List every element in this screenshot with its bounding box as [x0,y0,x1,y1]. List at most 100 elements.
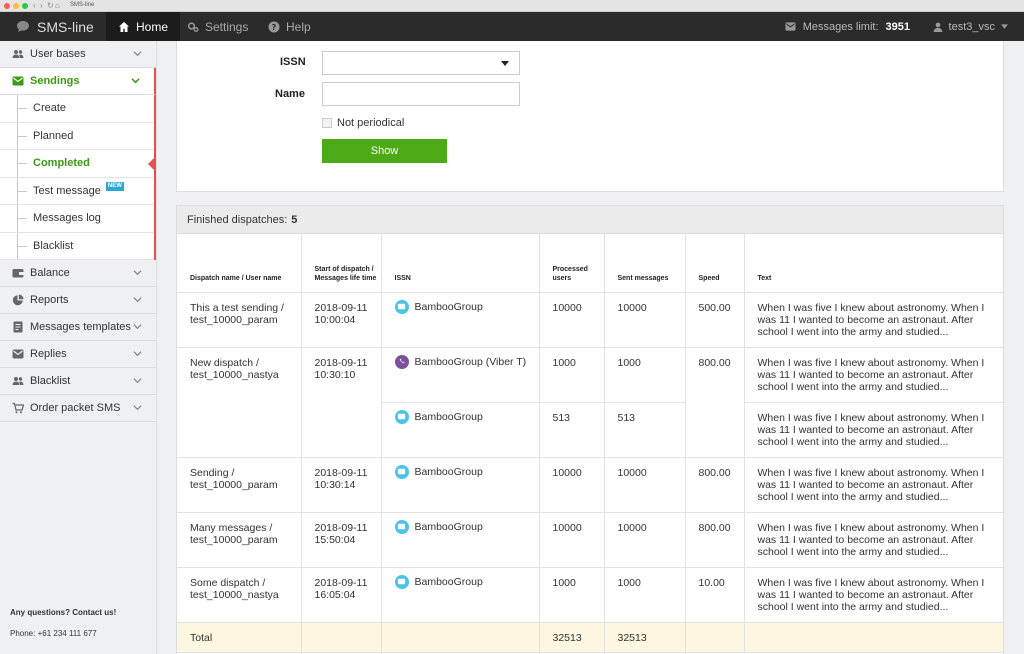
dispatch-start: 2018-09-11 10:00:04 [301,292,382,348]
issn-name: BambooGroup [414,465,483,478]
issn-cell: BambooGroup [381,402,540,458]
not-periodical-checkbox[interactable]: Not periodical [322,117,404,129]
viber-channel-icon [394,354,409,369]
message-text: When I was five I knew about astronomy. … [744,292,1003,348]
contact-phone: Phone: +61 234 111 677 [10,629,97,638]
submenu-create[interactable]: Create [0,95,154,123]
sidebar-item-label: User bases [30,48,86,60]
help-icon: ? [268,21,280,32]
sent-messages: 513 [604,402,686,458]
message-text: When I was five I knew about astronomy. … [744,457,1003,513]
sidebar-item-blacklist[interactable]: Blacklist [0,368,156,395]
chevron-down-icon [133,270,142,276]
app-name: SMS-line [37,18,94,35]
nav-help-label: Help [286,19,311,34]
column-header[interactable]: Start of dispatch / Messages life time [301,234,382,293]
sidebar-item-user-bases[interactable]: User bases [0,41,156,68]
users-icon [12,48,24,60]
table-row[interactable]: Sending / test_10000_param 2018-09-11 10… [177,457,1003,513]
user-menu[interactable]: test3_vsc [933,12,1008,41]
issn-name: BambooGroup [414,575,483,588]
user-name: test3_vsc [948,20,995,33]
app-logo[interactable]: SMS-line [16,12,94,41]
wallet-icon [12,267,24,279]
issn-cell: BambooGroup [381,292,540,348]
name-input[interactable] [322,82,520,106]
speed: 10.00 [685,567,745,623]
table-row[interactable]: Many messages / test_10000_param 2018-09… [177,512,1003,568]
nav-help[interactable]: ? Help [256,12,323,41]
submenu-planned[interactable]: Planned [0,122,154,150]
message-text: When I was five I knew about astronomy. … [744,402,1003,458]
dispatch-name[interactable]: This a test sending / test_10000_param [177,292,302,348]
sidebar-item-balance[interactable]: Balance [0,260,156,287]
nav-home-label: Home [136,19,169,34]
chevron-down-icon [133,324,142,330]
issn-select[interactable] [322,51,520,75]
issn-cell: BambooGroup [381,567,540,623]
submenu-completed[interactable]: Completed [0,150,156,178]
sidebar-item-label: Messages templates [30,321,131,333]
column-header[interactable]: Speed [685,234,745,293]
top-navigation: SMS-line Home Settings ? Help Messages l… [0,12,1024,41]
column-header[interactable]: ISSN [381,234,540,293]
reload-icon[interactable]: ↻ [47,1,54,10]
envelope-icon [12,75,24,87]
sidebar-item-label: Order packet SMS [30,402,121,414]
messages-limit: Messages limit: 3951 [785,12,910,41]
home-browser-icon[interactable]: ⌂ [55,1,60,10]
sidebar-item-replies[interactable]: Replies [0,341,156,368]
sidebar-item-sendings[interactable]: Sendings [0,68,156,95]
dispatches-table: Dispatch name / User name Start of dispa… [177,234,1003,653]
nav-home[interactable]: Home [106,12,181,41]
address-bar[interactable]: SMS-line [70,2,94,8]
total-processed: 32513 [539,622,605,653]
submenu-messages-log[interactable]: Messages log [0,205,154,233]
results-header: Finished dispatches: 5 [177,206,1003,234]
table-row[interactable]: Some dispatch / test_10000_nastya 2018-0… [177,567,1003,623]
checkbox-box[interactable] [322,118,332,128]
speed: 800.00 [685,512,745,568]
forward-icon[interactable]: › [40,1,43,10]
sent-messages: 10000 [604,457,686,513]
chevron-down-icon [133,405,142,411]
dispatch-name[interactable]: Many messages / test_10000_param [177,512,302,568]
issn-cell: BambooGroup [381,457,540,513]
show-button[interactable]: Show [322,139,447,163]
chat-bubble-icon [17,21,29,32]
active-indicator [148,156,156,172]
column-header[interactable]: Sent messages [604,234,686,293]
sidebar-item-reports[interactable]: Reports [0,287,156,314]
nav-settings[interactable]: Settings [175,12,260,41]
column-header[interactable]: Processed users [539,234,605,293]
sms-channel-icon [394,519,409,534]
minimize-window-icon[interactable] [13,3,19,9]
maximize-window-icon[interactable] [22,3,28,9]
table-row[interactable]: New dispatch / test_10000_nastya 2018-09… [177,347,1003,458]
close-window-icon[interactable] [4,3,10,9]
dispatch-name[interactable]: New dispatch / test_10000_nastya [177,347,302,458]
column-header[interactable]: Dispatch name / User name [177,234,302,293]
sidebar-item-label: Balance [30,267,70,279]
message-text: When I was five I knew about astronomy. … [744,567,1003,623]
sidebar-item-order-packet-sms[interactable]: Order packet SMS [0,395,156,422]
table-row[interactable]: This a test sending / test_10000_param 2… [177,292,1003,348]
issn-name: BambooGroup [414,520,483,533]
user-icon [933,22,942,32]
sent-messages: 10000 [604,292,686,348]
processed-users: 1000 [539,567,605,623]
submenu-blacklist[interactable]: Blacklist [0,232,154,260]
results-count: 5 [291,213,298,226]
back-icon[interactable]: ‹ [33,1,36,10]
sidebar: User bases Sendings Create Planned Compl… [0,41,157,654]
column-header[interactable]: Text [744,234,1003,293]
sidebar-item-messages-templates[interactable]: Messages templates [0,314,156,341]
dispatch-name[interactable]: Some dispatch / test_10000_nastya [177,567,302,623]
submenu-label: Test message [33,184,101,197]
submenu-test-message[interactable]: Test message NEW [0,177,154,205]
sms-channel-icon [394,409,409,424]
sent-messages: 1000 [604,567,686,623]
submenu-label: Create [33,102,67,115]
name-label: Name [275,88,305,100]
dispatch-name[interactable]: Sending / test_10000_param [177,457,302,513]
